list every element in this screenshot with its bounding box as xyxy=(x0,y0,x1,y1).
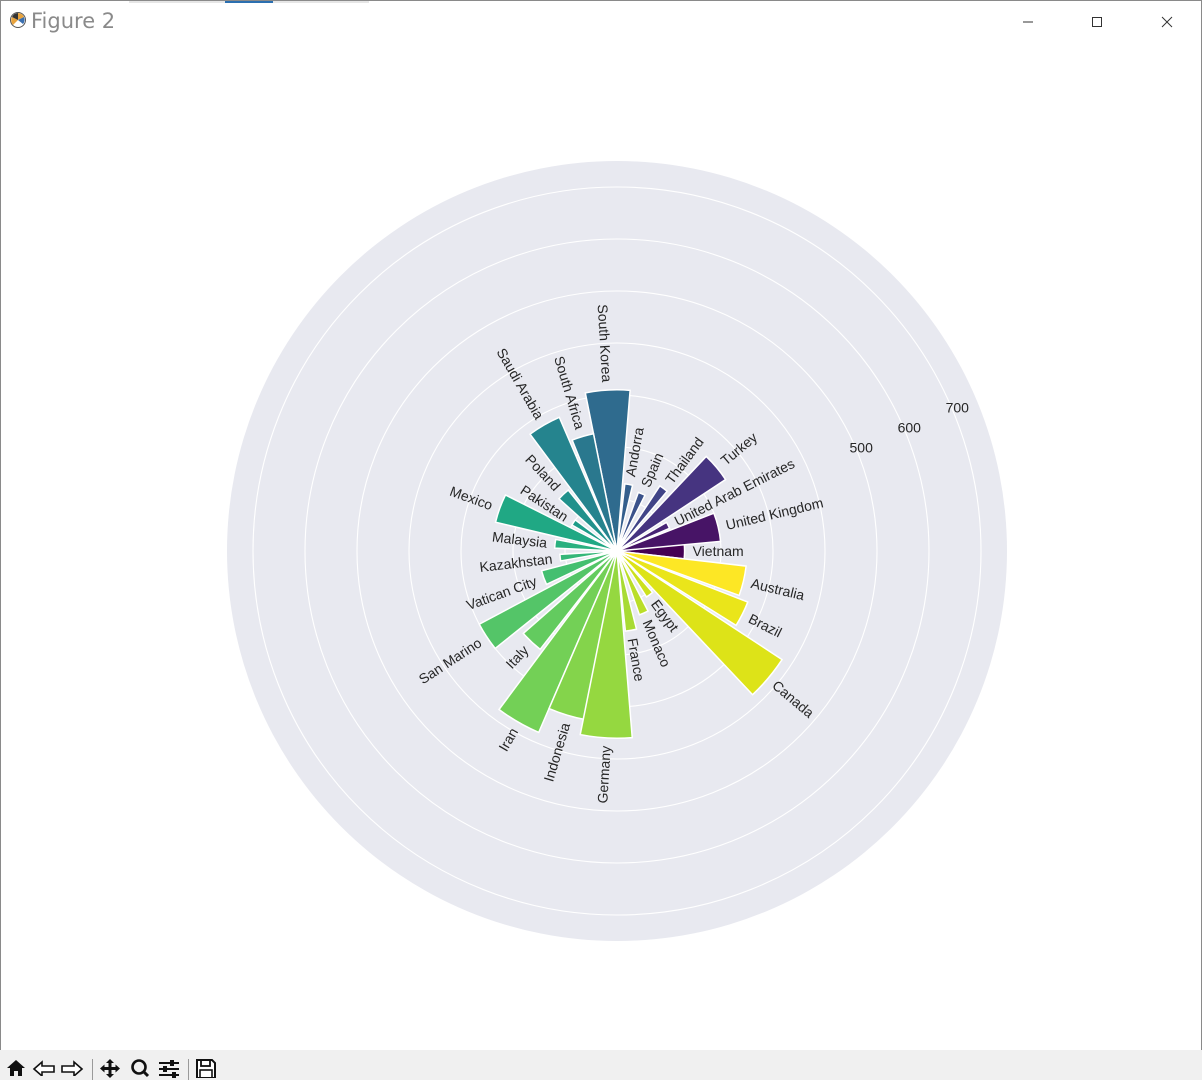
subplots-icon xyxy=(159,1060,179,1078)
maximize-icon xyxy=(1092,17,1102,27)
save-button[interactable] xyxy=(194,1058,218,1080)
matplotlib-app-icon xyxy=(10,12,26,28)
configure-subplots-button[interactable] xyxy=(157,1058,181,1080)
back-button[interactable] xyxy=(32,1058,56,1080)
radial-tick-label: 700 xyxy=(946,400,970,416)
pan-icon xyxy=(100,1059,120,1078)
bar-label: Vietnam xyxy=(693,543,744,559)
close-icon xyxy=(1161,16,1173,28)
toolbar-separator xyxy=(92,1059,93,1080)
pan-button[interactable] xyxy=(98,1058,122,1080)
home-icon xyxy=(7,1060,25,1076)
title-bar[interactable]: Figure 2 xyxy=(1,1,1201,45)
close-button[interactable] xyxy=(1144,7,1190,37)
radial-tick-label: 600 xyxy=(898,420,922,436)
forward-icon xyxy=(61,1060,84,1076)
minimize-icon xyxy=(1023,21,1033,23)
figure-window: Figure 2 Vietnam United Kingdom United Ara… xyxy=(0,0,1202,1080)
polar-bar-chart[interactable]: VietnamUnited KingdomUnited Arab Emirate… xyxy=(1,45,1201,1051)
back-icon xyxy=(32,1060,55,1076)
toolbar-separator xyxy=(188,1059,189,1080)
taskbar-strip-accent xyxy=(225,1,273,3)
save-icon xyxy=(196,1059,216,1078)
zoom-button[interactable] xyxy=(128,1058,152,1080)
home-button[interactable] xyxy=(4,1058,28,1080)
maximize-button[interactable] xyxy=(1074,7,1120,37)
minimize-button[interactable] xyxy=(1005,7,1051,37)
bar-label: Germany xyxy=(594,745,613,803)
figure-canvas[interactable]: Vietnam United Kingdom United Arab Emirate… xyxy=(1,45,1201,1051)
zoom-icon xyxy=(131,1059,150,1078)
forward-button[interactable] xyxy=(60,1058,84,1080)
navigation-toolbar xyxy=(0,1050,1202,1080)
window-title: Figure 2 xyxy=(31,9,116,33)
radial-tick-label: 500 xyxy=(850,440,874,456)
